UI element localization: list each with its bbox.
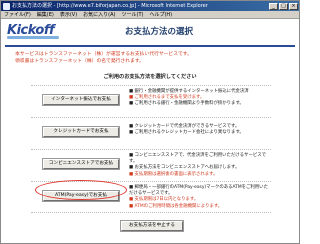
description-line: ■ ご利用される銀行・金融機関より手数料が掛かります。 (129, 101, 244, 107)
payment-row-convenience-store: コンビニエンスストアでお支払 ■ コンビニエンスストアで、代金決済をご利用いただ… (31, 149, 271, 181)
payment-row-atm: ATM(Pay-easy)でお支払 ■ 郵便局・一部銀行のATM(Pay-eas… (31, 181, 271, 213)
payment-row-credit-card: クレジットカードでお支払 ■ クレジットカードで代金決済ができるサービスです。 … (31, 117, 271, 149)
browser-window: お支払方法の選択 - [http://www.e7.biforjapan.co.… (0, 0, 300, 244)
maximize-button[interactable]: □ (279, 2, 288, 10)
window-title: お支払方法の選択 - [http://www.e7.biforjapan.co.… (12, 3, 208, 9)
credit-card-button[interactable]: クレジットカードでお支払 (43, 127, 119, 137)
ie-icon (3, 2, 10, 10)
payment-description: ■ コンビニエンスストアで、代金決済をご利用いただけるサービスです。 ■ お支払… (129, 153, 271, 178)
cancel-payment-button[interactable]: お支払方法を中止する (121, 221, 183, 231)
menu-edit[interactable]: 編集(E) (34, 11, 57, 19)
service-notice: 本サービスはトランスファーネット（株）が運営するお支払い代行サービスです。 領収… (15, 52, 192, 64)
page-content: Kickoff お支払方法の選択 本サービスはトランスファーネット（株）が運営す… (1, 19, 299, 243)
menu-file[interactable]: ファイル(F) (1, 11, 34, 19)
description-line: ■ コンビニエンスストアで、代金決済をご利用いただけるサービスです。 (129, 153, 267, 165)
menu-favorites[interactable]: お気に入り(A) (80, 11, 118, 19)
select-instruction: ご利用のお支払方法を選択してください (103, 74, 197, 80)
description-line: ■ 郵便局・一部銀行のATM(Pay-easy)マークのあるATMをご利用いただ… (129, 185, 268, 197)
title-divider (5, 45, 295, 47)
description-line: ■ ご利用されるクレジットカード会社により異なります。 (129, 130, 244, 136)
internet-transfer-button[interactable]: インターネット振込でお支払 (43, 95, 119, 105)
payment-description: ■ 郵便局・一部銀行のATM(Pay-easy)マークのあるATMをご利用いただ… (129, 185, 271, 210)
description-line: ■ 支払期限は選択後の書面に表示されます。 (129, 171, 218, 177)
title-bar[interactable]: お支払方法の選択 - [http://www.e7.biforjapan.co.… (1, 1, 299, 11)
payment-description: ■ 銀行・金融機関が提供するインターネット振込に代金決済 ■ ご利用されるまで支… (129, 89, 271, 108)
menu-bar: ファイル(F) 編集(E) 表示(V) お気に入り(A) ツール(T) ヘルプ(… (1, 11, 299, 19)
minimize-button[interactable]: _ (269, 2, 278, 10)
page-title: お支払方法の選択 (125, 27, 194, 37)
menu-view[interactable]: 表示(V) (57, 11, 80, 19)
menu-tools[interactable]: ツール(T) (119, 11, 147, 19)
payment-description: ■ クレジットカードで代金決済ができるサービスです。 ■ ご利用されるクレジット… (129, 124, 271, 136)
close-button[interactable]: × (289, 2, 298, 10)
atm-pay-easy-button[interactable]: ATM(Pay-easy)でお支払 (43, 191, 119, 201)
convenience-store-button[interactable]: コンビニエンスストアでお支払 (43, 159, 119, 169)
payment-row-internet: インターネット振込でお支払 ■ 銀行・金融機関が提供するインターネット振込に代金… (31, 85, 271, 117)
logo-swoosh (7, 36, 59, 39)
menu-help[interactable]: ヘルプ(H) (146, 11, 175, 19)
description-line: ■ ATMのご利用時間は各金融機関によります。 (129, 203, 223, 209)
